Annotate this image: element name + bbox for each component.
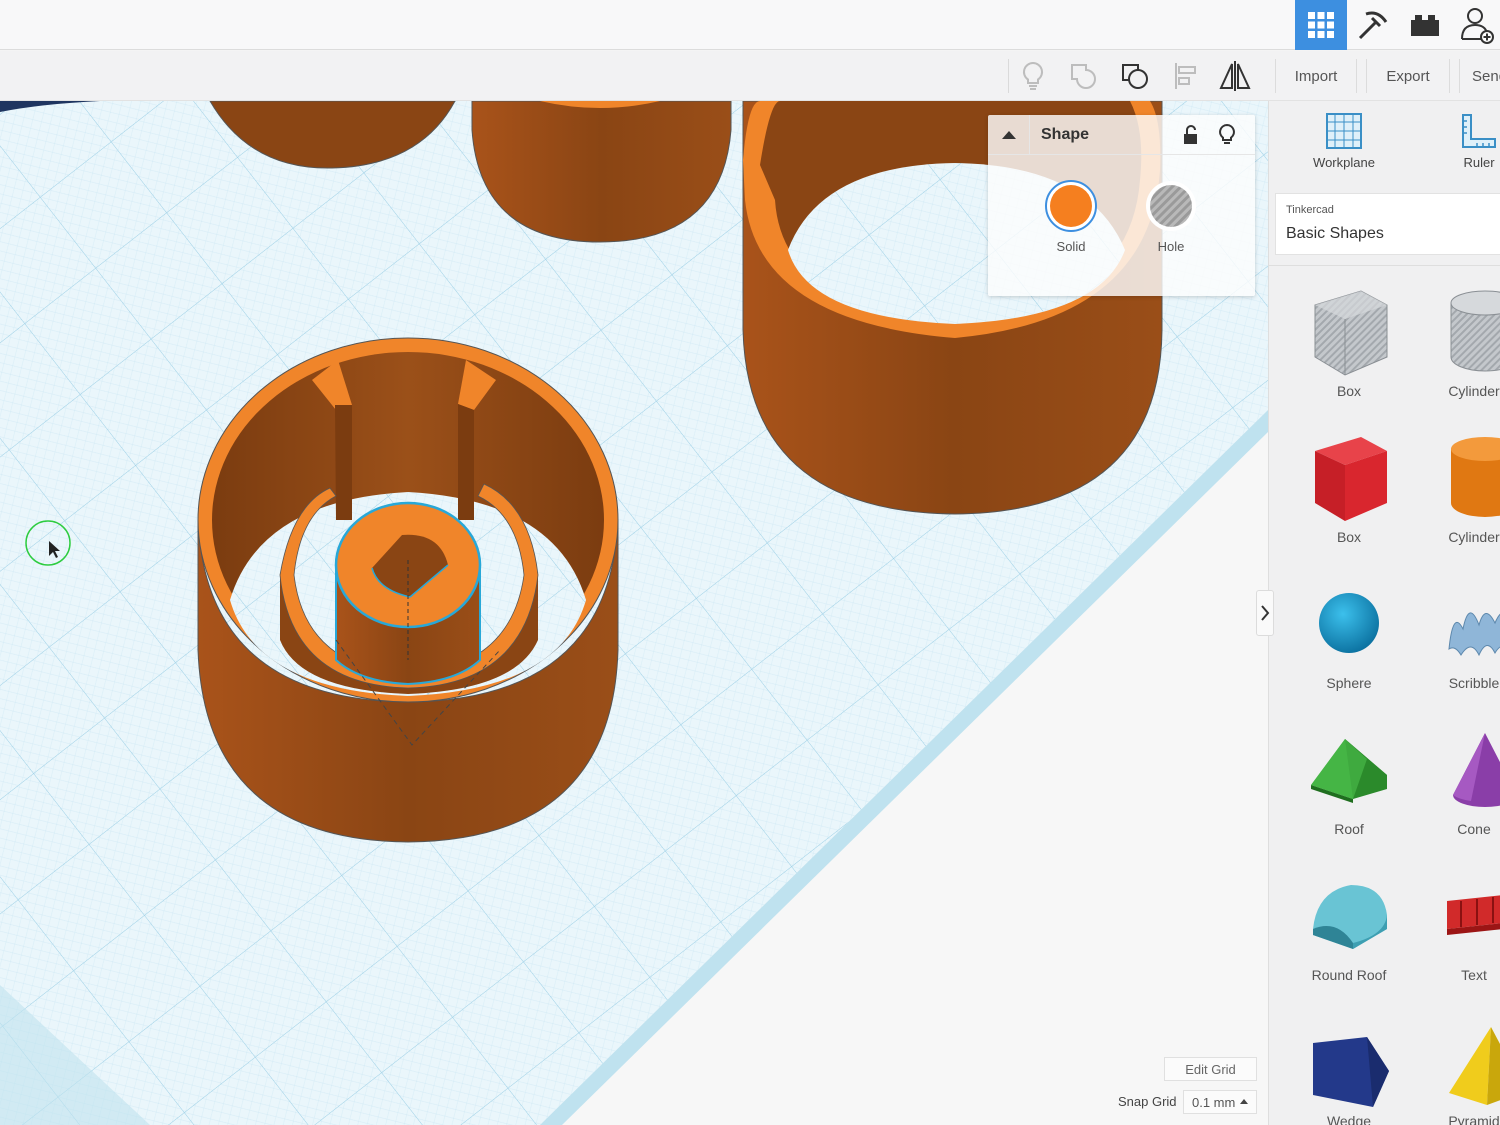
shape-label: Scribble [1448,675,1500,691]
shape-inspector-panel: Shape Solid Hole [988,115,1255,296]
box-hole-icon [1314,290,1388,376]
wedge-icon [1313,1037,1389,1107]
expand-panel-button[interactable] [1256,590,1274,636]
add-user-button[interactable] [1451,0,1500,50]
snap-grid-select[interactable]: 0.1 mm [1183,1090,1257,1114]
shape-library-dropdown[interactable]: Tinkercad Basic Shapes [1275,193,1500,255]
shape-wedge[interactable]: Wedge [1294,1017,1404,1125]
send-to-button[interactable]: Send To [1459,59,1500,93]
shape-sphere[interactable]: Sphere [1294,579,1404,691]
shape-box[interactable]: Box [1294,433,1404,545]
solid-option[interactable]: Solid [1031,179,1111,254]
add-user-icon [1461,8,1494,44]
toolbar: Import Export Send To [0,51,1500,101]
snap-grid-value: 0.1 mm [1192,1094,1236,1110]
shape-label: Pyramid [1448,1113,1500,1125]
toolbar-divider [1008,59,1009,93]
shape-label: Roof [1334,821,1364,837]
shape-box-hole[interactable]: Box [1294,287,1404,399]
bricks-button[interactable] [1399,0,1451,50]
ruler-label: Ruler [1463,155,1495,170]
shape-round-roof[interactable]: Round Roof [1294,871,1404,983]
scribble-icon [1448,612,1500,657]
hole-swatch [1146,181,1196,231]
library-name: Basic Shapes [1286,225,1384,242]
shape-roof[interactable]: Roof [1294,725,1404,837]
workplane-label: Workplane [1313,155,1375,170]
roof-icon [1311,739,1387,803]
cone-icon [1453,733,1500,807]
top-bar [0,0,1500,50]
workplane-icon [1326,113,1362,149]
pyramid-icon [1449,1027,1500,1105]
grid-view-button[interactable] [1295,0,1347,50]
shape-text[interactable]: Text [1419,871,1500,983]
caret-up-icon [1240,1099,1248,1104]
hole-label: Hole [1157,239,1185,254]
library-provider: Tinkercad [1286,204,1334,216]
chevron-right-icon [1261,605,1270,621]
ungroup-button[interactable] [1115,57,1155,95]
lightbulb-icon[interactable] [1216,123,1238,147]
lightbulb-icon [1022,61,1044,90]
hole-option[interactable]: Hole [1131,179,1211,254]
box-icon [1315,437,1387,521]
align-button[interactable] [1166,57,1206,95]
shape-label: Text [1461,967,1487,983]
text-shape-icon [1447,895,1500,935]
cylinder-icon [1451,437,1500,517]
build-button[interactable] [1347,0,1399,50]
unlock-icon[interactable] [1180,124,1202,146]
workplane-tool[interactable]: Workplane [1289,111,1399,170]
shape-label: Sphere [1326,675,1372,691]
shape-label: Box [1336,383,1362,399]
panel-divider [1269,265,1500,266]
export-button[interactable]: Export [1366,59,1450,93]
shape-panel-header: Shape [988,115,1255,155]
grid-icon [1308,12,1334,38]
import-button[interactable]: Import [1275,59,1357,93]
group-icon [1071,64,1096,89]
pickaxe-icon [1358,11,1388,40]
mirror-icon [1219,61,1251,91]
group-button[interactable] [1064,57,1104,95]
shape-scribble[interactable]: Scribble [1419,579,1500,691]
solid-label: Solid [1056,239,1086,254]
mirror-button[interactable] [1215,57,1255,95]
ruler-icon [1462,114,1496,148]
ruler-tool[interactable]: Ruler [1424,111,1500,170]
shape-cylinder-hole[interactable]: Cylinder [1419,287,1500,399]
shape-label: Box [1336,529,1362,545]
shape-label: Wedge [1326,1113,1372,1125]
shape-label: Cone [1457,821,1491,837]
edit-grid-button[interactable]: Edit Grid [1164,1057,1257,1081]
show-all-button[interactable] [1013,57,1053,95]
shape-label: Cylinder [1448,383,1500,399]
shape-label: Round Roof [1311,967,1387,983]
shape-cylinder[interactable]: Cylinder [1419,433,1500,545]
cylinder-hole-icon [1450,290,1500,372]
shape-label: Cylinder [1448,529,1500,545]
collapse-panel-button[interactable] [988,115,1030,155]
align-icon [1175,63,1196,89]
chevron-up-icon [1001,131,1016,139]
solid-swatch [1045,180,1097,232]
shape-pyramid[interactable]: Pyramid [1419,1017,1500,1125]
sphere-icon [1319,593,1379,653]
shape-cone[interactable]: Cone [1419,725,1500,837]
shape-panel-title: Shape [1041,126,1090,143]
round-roof-icon [1313,885,1387,949]
ungroup-icon [1122,64,1148,89]
brick-icon [1411,15,1439,36]
shapes-sidebar: Workplane Ruler Tinkercad Basic Shapes B… [1268,101,1500,1125]
snap-grid-label: Snap Grid [1118,1094,1177,1109]
